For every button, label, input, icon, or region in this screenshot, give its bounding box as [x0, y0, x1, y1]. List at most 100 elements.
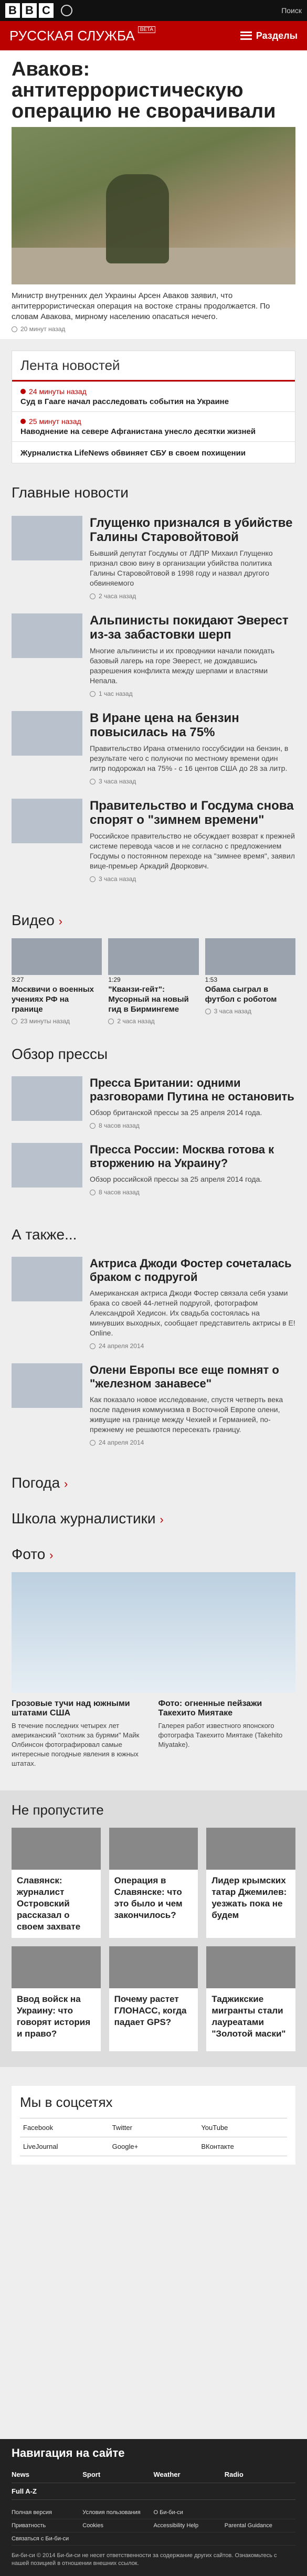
search-link[interactable]: Поиск — [281, 6, 302, 15]
press-item-title[interactable]: Пресса Британии: одними разговорами Пути… — [90, 1076, 295, 1104]
photo-feature-image[interactable] — [12, 1572, 295, 1693]
footer-link[interactable]: Связаться с Би-би-си — [12, 2532, 83, 2546]
beta-badge: BETA — [137, 26, 156, 33]
news-title[interactable]: В Иране цена на бензин повысилась на 75% — [90, 711, 295, 739]
news-summary: Правительство Ирана отменило госсубсидии… — [90, 744, 289, 772]
footer-link[interactable]: Parental Guidance — [224, 2519, 295, 2532]
dont-miss-image[interactable] — [206, 1828, 295, 1870]
account-icon[interactable] — [61, 5, 72, 16]
press-item-title[interactable]: Пресса России: Москва готова к вторжению… — [90, 1143, 295, 1170]
live-text: Суд в Гааге начал расследовать события н… — [20, 397, 229, 406]
dont-miss-item[interactable]: Ввод войск на Украину: что говорят истор… — [12, 1946, 101, 2051]
video-thumb[interactable] — [108, 938, 199, 975]
footer-nav-az[interactable]: Full A-Z — [12, 2483, 83, 2500]
footer-link[interactable]: Accessibility Help — [153, 2519, 225, 2532]
footer-link[interactable]: О Би-би-си — [153, 2506, 225, 2519]
dont-miss-text[interactable]: Лидер крымских татар Джемилев: уезжать п… — [206, 1870, 295, 1933]
googleplus-link[interactable]: Google+ — [109, 2137, 198, 2156]
dont-miss-item[interactable]: Славянск: журналист Островский рассказал… — [12, 1828, 101, 1938]
photo-item[interactable]: Фото: огненные пейзажи Такехито Миятаке … — [158, 1699, 296, 1768]
youtube-link[interactable]: YouTube — [198, 2118, 287, 2137]
also-item[interactable]: Актриса Джоди Фостер сочеталась браком с… — [0, 1253, 307, 1359]
news-item[interactable]: Глущенко признался в убийстве Галины Ста… — [12, 511, 295, 608]
dont-miss-image[interactable] — [12, 1828, 101, 1870]
news-time: 2 часа назад — [99, 592, 136, 600]
press-item[interactable]: Пресса Британии: одними разговорами Пути… — [0, 1072, 307, 1139]
dont-miss-image[interactable] — [12, 1946, 101, 1988]
service-title[interactable]: РУССКАЯ СЛУЖБА — [9, 28, 135, 44]
video-section-title[interactable]: Видео › — [12, 912, 295, 929]
vkontakte-link[interactable]: ВКонтакте — [198, 2137, 287, 2156]
also-thumb[interactable] — [12, 1363, 82, 1408]
footer-nav-news[interactable]: News — [12, 2466, 83, 2483]
press-thumb[interactable] — [12, 1143, 82, 1188]
live-item[interactable]: Журналистка LifeNews обвиняет СБУ в свое… — [12, 441, 295, 463]
video-item[interactable]: 1:29 "Кванзи-гейт": Мусорный на новый ги… — [108, 938, 199, 1025]
video-duration: 1:53 — [205, 976, 218, 983]
live-item[interactable]: 25 минут назад Наводнение на севере Афга… — [12, 411, 295, 441]
photo-item[interactable]: Грозовые тучи над южными штатами США В т… — [12, 1699, 149, 1768]
video-thumb[interactable] — [205, 938, 295, 975]
news-thumb[interactable] — [12, 799, 82, 843]
footer-link[interactable]: Полная версия — [12, 2506, 83, 2519]
bbc-logo[interactable]: B B C — [5, 3, 54, 18]
logo-letter: B — [5, 3, 20, 18]
video-item[interactable]: 1:53 Обама сыграл в футбол с роботом 3 ч… — [205, 938, 295, 1025]
press-time: 8 часов назад — [99, 1122, 140, 1129]
footer-link[interactable]: Cookies — [82, 2519, 154, 2532]
dont-miss-text[interactable]: Таджикские мигранты стали лауреатами "Зо… — [206, 1988, 295, 2051]
dont-miss-image[interactable] — [109, 1946, 198, 1988]
press-thumb[interactable] — [12, 1076, 82, 1121]
twitter-link[interactable]: Twitter — [109, 2118, 198, 2137]
dont-miss-item[interactable]: Почему растет ГЛОНАСС, когда падает GPS? — [109, 1946, 198, 2051]
video-thumb[interactable] — [12, 938, 102, 975]
news-title[interactable]: Глущенко признался в убийстве Галины Ста… — [90, 516, 295, 544]
also-thumb[interactable] — [12, 1257, 82, 1301]
facebook-link[interactable]: Facebook — [20, 2118, 109, 2137]
press-item[interactable]: Пресса России: Москва готова к вторжению… — [0, 1139, 307, 1205]
journalism-link[interactable]: Школа журналистики › — [12, 1510, 295, 1527]
lead-title[interactable]: Аваков: антитеррористическую операцию не… — [12, 59, 295, 122]
dont-miss-image[interactable] — [206, 1946, 295, 1988]
news-item[interactable]: Правительство и Госдума снова спорят о "… — [12, 793, 295, 891]
also-item-title[interactable]: Актриса Джоди Фостер сочеталась браком с… — [90, 1257, 295, 1284]
news-thumb[interactable] — [12, 711, 82, 756]
also-item[interactable]: Олени Европы все еще помнят о "железном … — [0, 1359, 307, 1456]
dont-miss-text[interactable]: Ввод войск на Украину: что говорят истор… — [12, 1988, 101, 2051]
clock-icon — [90, 1189, 96, 1195]
news-thumb[interactable] — [12, 613, 82, 658]
news-item[interactable]: Альпинисты покидают Эверест из-за забаст… — [12, 608, 295, 706]
footer-nav-weather[interactable]: Weather — [153, 2466, 225, 2483]
live-title[interactable]: Лента новостей — [12, 351, 295, 381]
chevron-right-icon: › — [58, 915, 62, 928]
dont-miss-item[interactable]: Операция в Славянске: что это было и чем… — [109, 1828, 198, 1938]
footer-nav-sport[interactable]: Sport — [82, 2466, 154, 2483]
news-title[interactable]: Альпинисты покидают Эверест из-за забаст… — [90, 613, 295, 642]
clock-icon — [12, 326, 17, 332]
dont-miss-text[interactable]: Операция в Славянске: что это было и чем… — [109, 1870, 198, 1933]
live-item[interactable]: 24 минуты назад Суд в Гааге начал рассле… — [12, 381, 295, 411]
sections-button[interactable]: Разделы — [240, 30, 298, 41]
footer-nav-radio[interactable]: Radio — [224, 2466, 295, 2483]
video-title[interactable]: Обама сыграл в футбол с роботом — [205, 984, 295, 1004]
dont-miss-image[interactable] — [109, 1828, 198, 1870]
photo-title[interactable]: Грозовые тучи над южными штатами США — [12, 1699, 149, 1718]
video-item[interactable]: 3:27 Москвичи о военных учениях РФ на гр… — [12, 938, 102, 1025]
news-thumb[interactable] — [12, 516, 82, 560]
news-title[interactable]: Правительство и Госдума снова спорят о "… — [90, 799, 295, 827]
news-item[interactable]: В Иране цена на бензин повысилась на 75%… — [12, 706, 295, 793]
video-title[interactable]: "Кванзи-гейт": Мусорный на новый гид в Б… — [108, 984, 198, 1014]
also-item-title[interactable]: Олени Европы все еще помнят о "железном … — [90, 1363, 295, 1391]
dont-miss-text[interactable]: Почему растет ГЛОНАСС, когда падает GPS? — [109, 1988, 198, 2051]
photo-title[interactable]: Фото: огненные пейзажи Такехито Миятаке — [158, 1699, 296, 1718]
photo-link[interactable]: Фото › — [12, 1546, 295, 1563]
livejournal-link[interactable]: LiveJournal — [20, 2137, 109, 2156]
dont-miss-item[interactable]: Лидер крымских татар Джемилев: уезжать п… — [206, 1828, 295, 1938]
footer-link[interactable]: Приватность — [12, 2519, 83, 2532]
lead-image[interactable] — [12, 127, 295, 284]
footer-link[interactable]: Условия пользования — [82, 2506, 154, 2519]
dont-miss-text[interactable]: Славянск: журналист Островский рассказал… — [12, 1870, 101, 1938]
dont-miss-item[interactable]: Таджикские мигранты стали лауреатами "Зо… — [206, 1946, 295, 2051]
video-title[interactable]: Москвичи о военных учениях РФ на границе — [12, 984, 102, 1014]
weather-link[interactable]: Погода › — [12, 1475, 295, 1491]
